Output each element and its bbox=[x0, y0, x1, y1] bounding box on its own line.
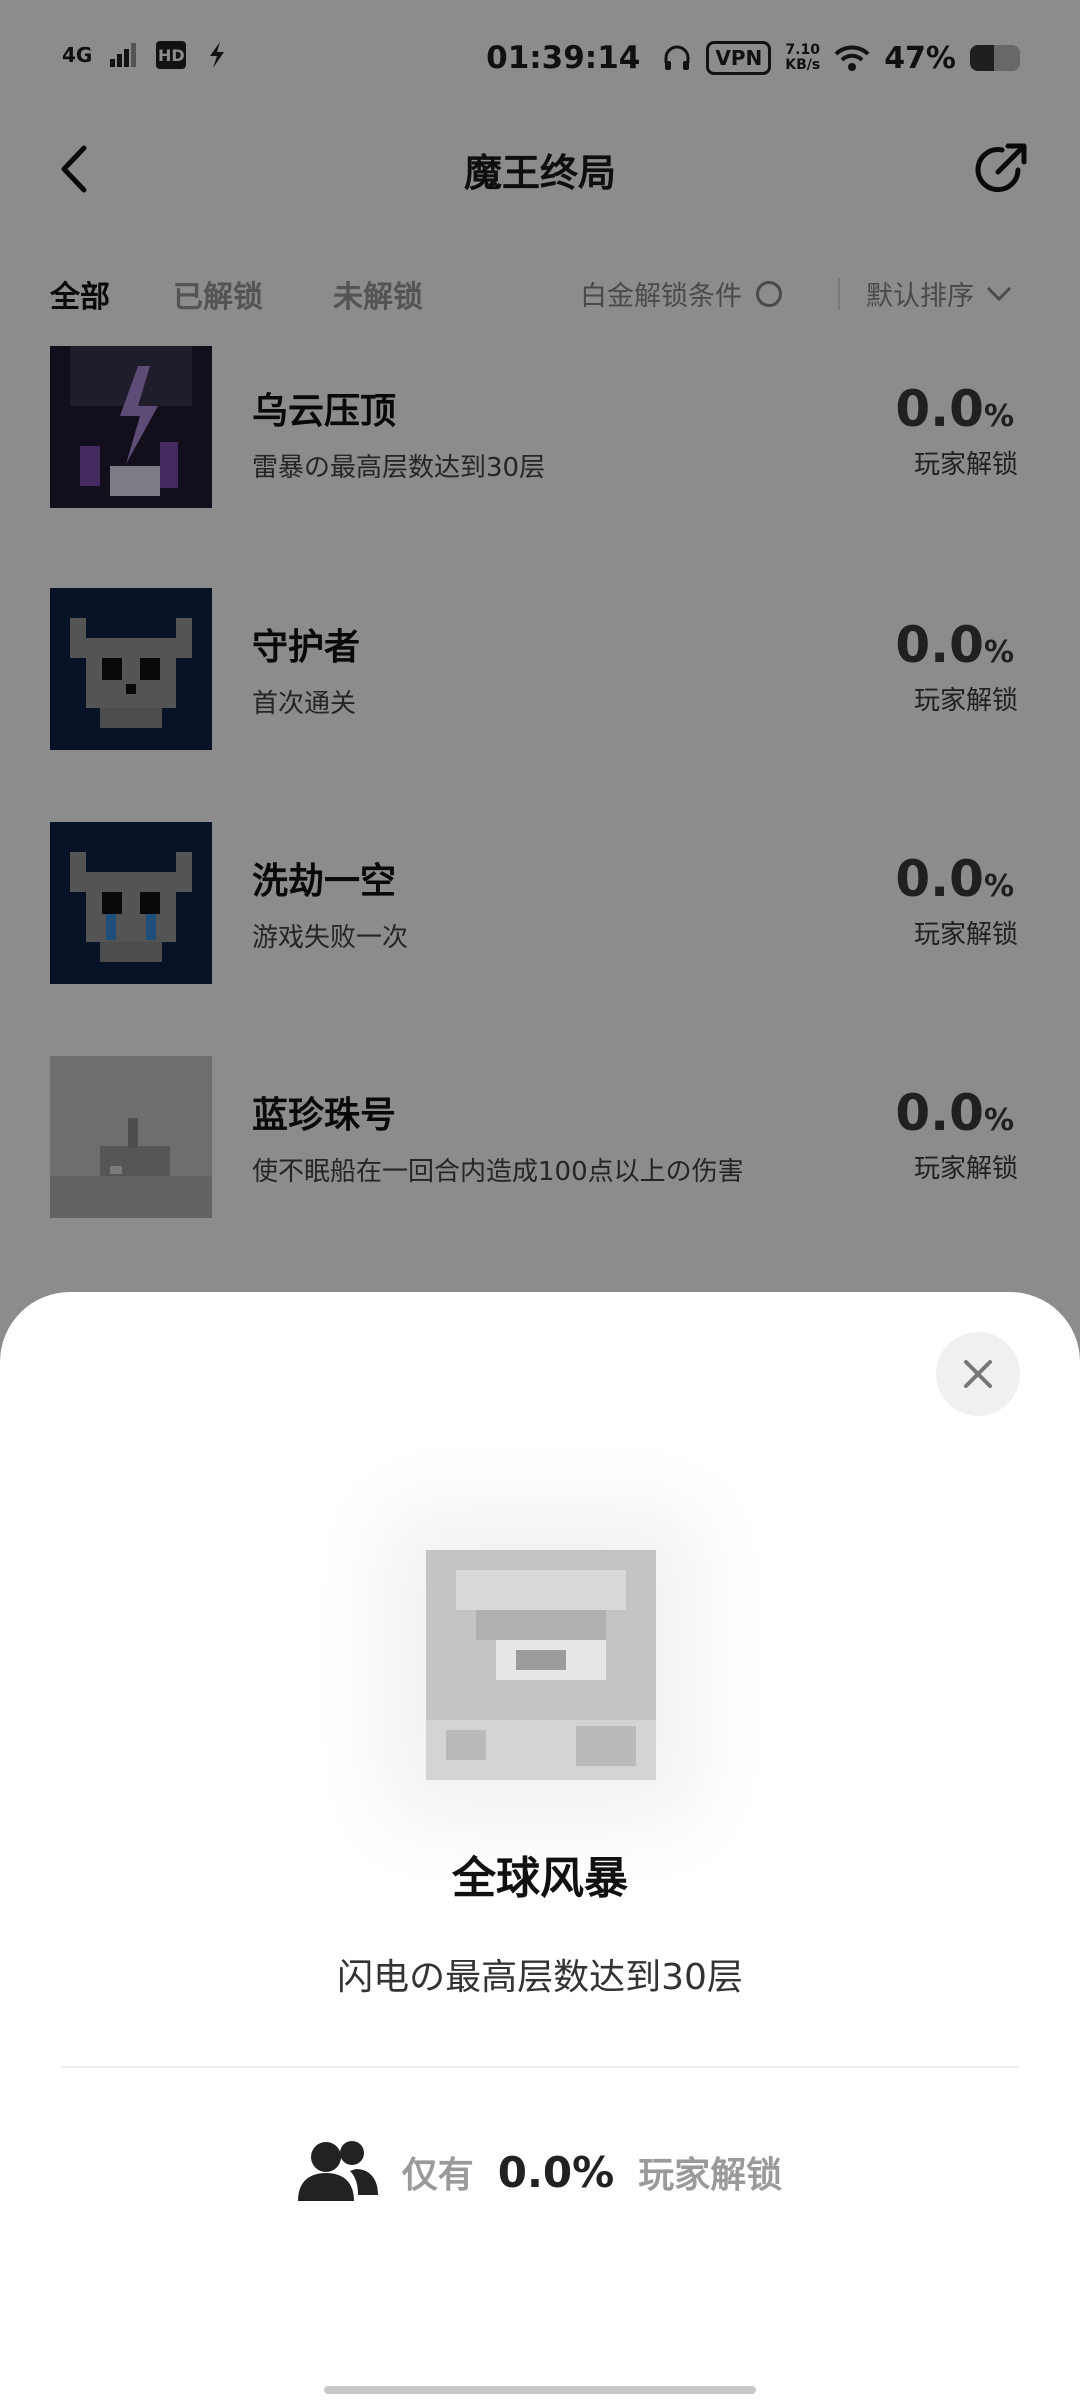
achievement-detail-sheet: 全球风暴 闪电の最高层数达到30层 仅有 0.0% 玩家解锁 bbox=[0, 1292, 1080, 2400]
detail-desc: 闪电の最高层数达到30层 bbox=[337, 1957, 743, 1998]
detail-unlock-stat: 仅有 0.0% 玩家解锁 bbox=[0, 2132, 1080, 2212]
home-indicator[interactable] bbox=[324, 2386, 756, 2394]
divider bbox=[62, 2066, 1018, 2068]
detail-unlock-rate: 0.0% bbox=[497, 2147, 615, 2197]
users-icon bbox=[297, 2141, 378, 2201]
detail-only-label: 仅有 bbox=[401, 2155, 474, 2196]
detail-name: 全球风暴 bbox=[452, 1853, 628, 1904]
close-button[interactable] bbox=[936, 1332, 1020, 1416]
achievement-detail-icon-wrap bbox=[426, 1550, 656, 1780]
close-icon bbox=[964, 1360, 992, 1388]
detail-unlock-label: 玩家解锁 bbox=[638, 2155, 783, 2196]
global-storm-icon bbox=[426, 1550, 656, 1780]
